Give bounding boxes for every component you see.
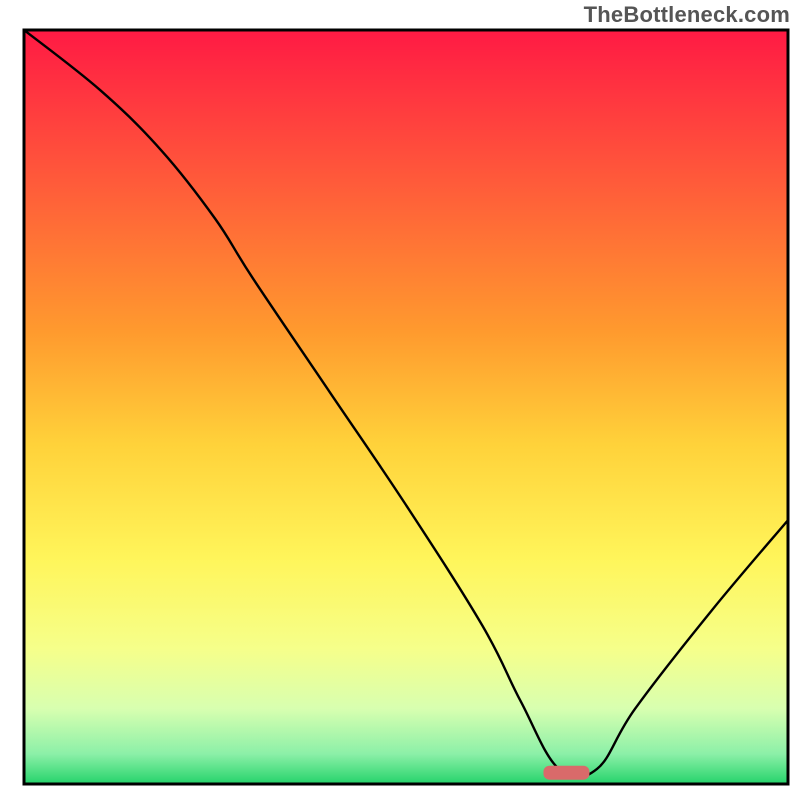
- optimal-marker: [543, 766, 589, 780]
- bottleneck-chart: [0, 0, 800, 800]
- watermark-text: TheBottleneck.com: [584, 2, 790, 28]
- chart-container: { "watermark": "TheBottleneck.com", "cha…: [0, 0, 800, 800]
- plot-background: [24, 30, 788, 784]
